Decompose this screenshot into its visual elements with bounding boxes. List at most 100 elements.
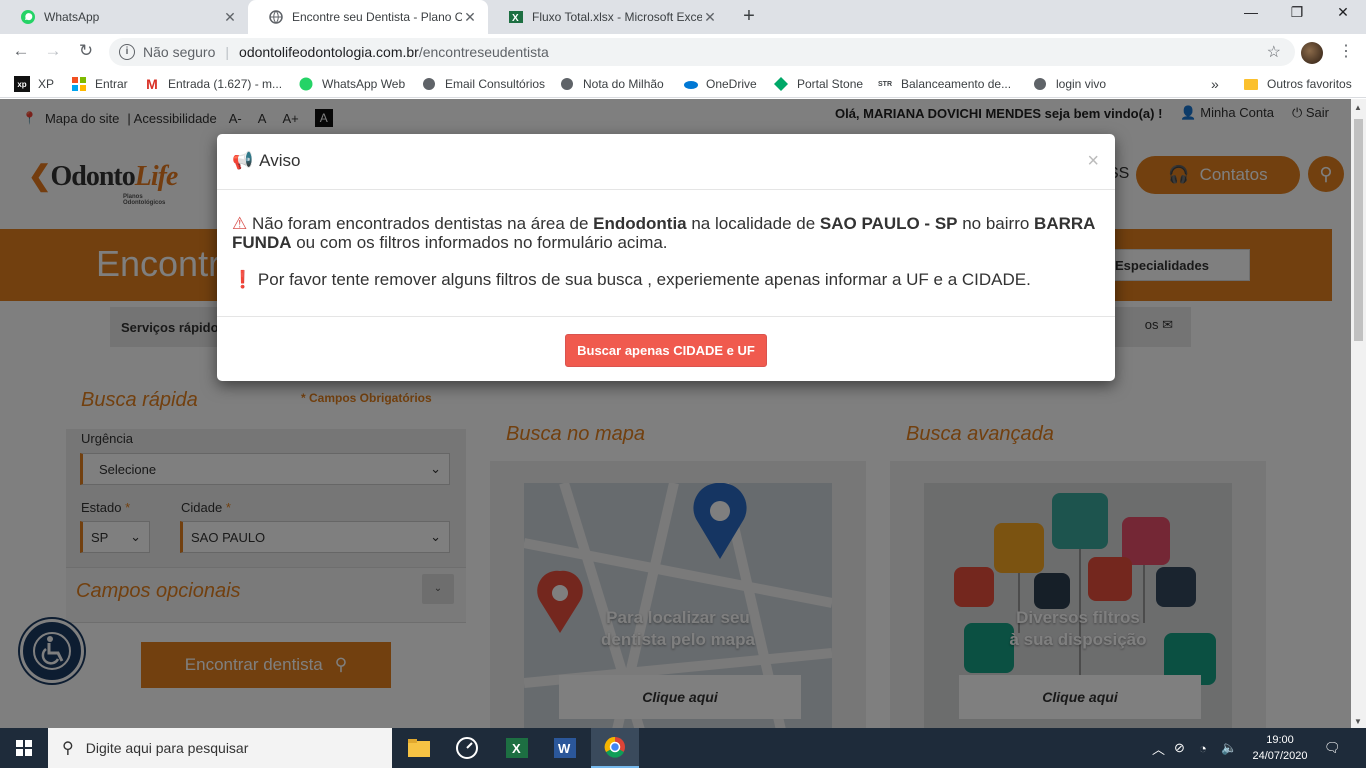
bookmark-label: OneDrive [706, 77, 757, 91]
scroll-down-icon[interactable]: ▼ [1354, 717, 1362, 726]
bookmark-label: Entrada (1.627) - m... [168, 77, 283, 91]
bookmark-nota-milhao[interactable]: Nota do Milhão [559, 76, 664, 92]
bookmark-entrar[interactable]: Entrar [71, 76, 128, 92]
scroll-up-icon[interactable]: ▲ [1354, 103, 1362, 112]
clock-time: 19:00 [1266, 734, 1294, 746]
close-tab-icon[interactable]: ✕ [222, 9, 238, 26]
svg-text:X: X [512, 741, 521, 756]
bookmark-label: XP [38, 77, 55, 91]
whatsapp-icon [20, 9, 36, 25]
bookmark-login-vivo[interactable]: login vivo [1032, 76, 1106, 92]
page-scrollbar[interactable]: ▲ ▼ [1351, 99, 1366, 728]
bookmark-label: Entrar [95, 77, 128, 91]
dialog-body: ⚠ Não foram encontrados dentistas na áre… [232, 214, 1102, 307]
onedrive-icon [682, 76, 698, 92]
bookmark-balanceamento[interactable]: STR Balanceamento de... [877, 76, 1011, 92]
bookmark-star-icon[interactable]: ☆ [1267, 42, 1281, 62]
network-off-icon[interactable]: ⊘ [1174, 728, 1185, 768]
system-clock[interactable]: 19:00 24/07/2020 [1248, 732, 1312, 764]
new-tab-button[interactable]: + [737, 5, 761, 28]
globe-icon [421, 76, 437, 92]
tab-whatsapp[interactable]: WhatsApp ✕ [0, 0, 248, 34]
reload-button[interactable]: ↻ [75, 41, 97, 61]
folder-icon [1243, 76, 1259, 92]
close-window-button[interactable]: ✕ [1320, 4, 1366, 21]
menu-kebab-icon[interactable]: ⋮ [1338, 41, 1354, 61]
search-icon: ⚲ [62, 740, 74, 757]
wifi-icon[interactable]: ◔ [1199, 728, 1207, 768]
info-icon[interactable]: i [119, 44, 135, 60]
bookmark-label: WhatsApp Web [322, 77, 406, 91]
exclamation-circle-icon: ❗ [232, 270, 254, 289]
minimize-button[interactable]: — [1228, 4, 1274, 20]
tab-title: Fluxo Total.xlsx - Microsoft Excel Onlin… [532, 10, 702, 24]
bookmark-xp[interactable]: xp XP [14, 76, 54, 92]
svg-text:X: X [512, 13, 519, 24]
close-tab-icon[interactable]: ✕ [462, 9, 478, 26]
file-explorer-icon[interactable] [395, 728, 443, 768]
excel-taskbar-icon[interactable]: X [493, 728, 541, 768]
xp-icon: xp [14, 76, 30, 92]
suggestion-message: ❗ Por favor tente remover alguns filtros… [232, 270, 1031, 289]
dialog-footer: Buscar apenas CIDADE e UF [217, 316, 1115, 381]
bookmark-label: Outros favoritos [1267, 77, 1352, 91]
profile-avatar[interactable] [1301, 42, 1323, 64]
bookmark-label: Email Consultórios [445, 77, 546, 91]
dialog-title: Aviso [259, 151, 301, 170]
warning-icon: ⚠ [232, 214, 248, 233]
close-dialog-icon[interactable]: × [1087, 150, 1099, 173]
clock-date: 24/07/2020 [1252, 750, 1308, 762]
forward-button[interactable]: → [42, 41, 64, 61]
dialog-header: 📢 Aviso × [217, 134, 1115, 190]
tab-title: WhatsApp [44, 10, 100, 24]
divider: | [225, 44, 230, 60]
globe-icon [559, 76, 575, 92]
chrome-taskbar-icon[interactable] [591, 728, 639, 768]
search-city-uf-button[interactable]: Buscar apenas CIDADE e UF [565, 334, 767, 367]
bookmark-email[interactable]: Email Consultórios [421, 76, 545, 92]
bookmark-label: Balanceamento de... [901, 77, 1012, 91]
bookmark-gmail[interactable]: M Entrada (1.627) - m... [144, 76, 282, 92]
other-favorites[interactable]: Outros favoritos [1243, 76, 1352, 92]
bookmark-onedrive[interactable]: OneDrive [682, 76, 757, 92]
security-label: Não seguro [143, 44, 216, 60]
microsoft-icon [71, 76, 87, 92]
browser-toolbar: ← → ↻ i Não seguro | odontolifeodontolog… [0, 34, 1366, 70]
word-taskbar-icon[interactable]: W [541, 728, 589, 768]
bookmark-label: Nota do Milhão [583, 77, 664, 91]
restore-button[interactable]: ❐ [1274, 4, 1320, 21]
not-found-message: ⚠ Não foram encontrados dentistas na áre… [232, 214, 1095, 252]
megaphone-icon: 📢 [232, 151, 254, 170]
tray-chevron-icon[interactable]: ︿ [1152, 728, 1165, 768]
gmail-icon: M [146, 76, 158, 92]
volume-icon[interactable]: 🔈 [1221, 728, 1237, 768]
globe-icon [268, 9, 284, 25]
windows-start-button[interactable] [0, 728, 48, 768]
bookmark-label: login vivo [1056, 77, 1107, 91]
bookmark-whatsapp-web[interactable]: WhatsApp Web [298, 76, 405, 92]
globe-icon [1032, 76, 1048, 92]
address-bar[interactable]: i Não seguro | odontolifeodontologia.com… [109, 38, 1295, 66]
more-bookmarks-button[interactable]: » [1211, 76, 1219, 92]
bookmark-label: Portal Stone [797, 77, 864, 91]
str-icon: STR [878, 80, 892, 88]
svg-text:W: W [558, 741, 571, 756]
taskbar-search[interactable]: ⚲ Digite aqui para pesquisar [48, 728, 392, 768]
url-host: odontolifeodontologia.com.br [239, 44, 419, 60]
tab-encontre-dentista[interactable]: Encontre seu Dentista - Plano Odontológi… [248, 0, 488, 34]
whatsapp-icon [298, 76, 314, 92]
bookmarks-bar: xp XP Entrar M Entrada (1.627) - m... What… [0, 70, 1366, 98]
close-tab-icon[interactable]: ✕ [702, 9, 718, 26]
url-path: /encontreseudentista [418, 44, 549, 60]
scrollbar-thumb[interactable] [1354, 119, 1363, 341]
windows-taskbar: ⚲ Digite aqui para pesquisar X W ︿ ⊘ ◔ 🔈 … [0, 728, 1366, 768]
taskbar-search-placeholder: Digite aqui para pesquisar [85, 740, 249, 756]
excel-icon: X [508, 9, 524, 25]
tab-excel[interactable]: X Fluxo Total.xlsx - Microsoft Excel Onl… [488, 0, 728, 34]
back-button[interactable]: ← [10, 41, 32, 61]
aviso-dialog: 📢 Aviso × ⚠ Não foram encontrados dentist… [217, 134, 1115, 381]
speedometer-app-icon[interactable] [443, 728, 491, 768]
notifications-icon[interactable]: 🗨 [1324, 728, 1341, 768]
bookmark-portal-stone[interactable]: Portal Stone [773, 76, 863, 92]
browser-tab-strip: WhatsApp ✕ Encontre seu Dentista - Plano… [0, 0, 1366, 34]
